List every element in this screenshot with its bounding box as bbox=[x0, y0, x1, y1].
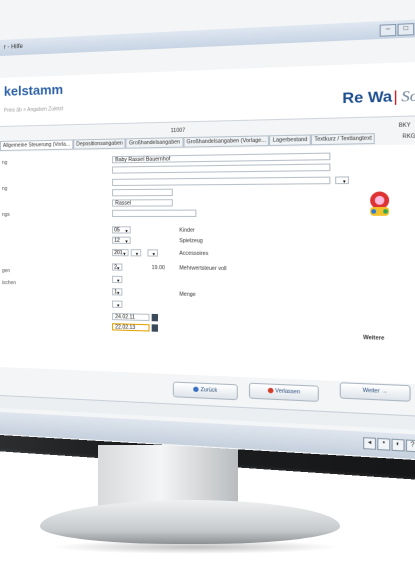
tab-textkurz[interactable]: Textkurz / Textlangtext bbox=[311, 133, 375, 145]
maximize-icon[interactable]: □ bbox=[397, 23, 414, 36]
tray-help-icon[interactable]: ? bbox=[406, 439, 415, 452]
vat-text: Mehrwertsteuer voll bbox=[179, 265, 226, 272]
record-id: 11007 bbox=[171, 128, 185, 135]
name-field[interactable]: Baby Rassel Bauernhof bbox=[112, 153, 330, 164]
rewasoft-logo: Re Wa| Soft bbox=[342, 86, 415, 108]
name2-field[interactable] bbox=[112, 163, 330, 173]
category1-text: Kinder bbox=[179, 227, 195, 233]
tab-grosshandelsangaben[interactable]: Großhandelsangaben bbox=[126, 137, 183, 149]
calendar-icon[interactable] bbox=[152, 314, 158, 321]
category3c-select[interactable]: ▼ bbox=[147, 249, 158, 256]
category3-text: Accessoires bbox=[179, 251, 208, 258]
extra-field[interactable] bbox=[112, 210, 196, 217]
category2-text: Spielzeug bbox=[179, 238, 203, 244]
name3-field[interactable] bbox=[112, 177, 330, 186]
monitor-stand-base bbox=[40, 500, 340, 544]
tray-arrow-icon[interactable]: ◂ bbox=[363, 437, 376, 450]
short-name-field[interactable]: Rassel bbox=[112, 199, 173, 207]
match-field[interactable] bbox=[112, 189, 173, 197]
arrow-left-icon bbox=[193, 387, 198, 393]
category3-select[interactable]: 201 ▼ bbox=[112, 249, 129, 256]
page-title: kelstamm bbox=[4, 82, 63, 99]
vat-rate: 19.00 bbox=[152, 265, 165, 271]
window-title: r - Hilfe bbox=[4, 39, 23, 56]
calendar-icon[interactable] bbox=[152, 324, 158, 331]
category1-select[interactable]: 05 ▼ bbox=[112, 226, 131, 233]
tab-allgemeine-steuerung[interactable]: Allgemeine Steuerung (Vorla... bbox=[0, 139, 73, 151]
option-select[interactable]: ▼ bbox=[112, 276, 122, 283]
field-label: gen bbox=[2, 268, 10, 274]
category2-select[interactable]: 12 ▼ bbox=[112, 237, 131, 244]
option2-select[interactable]: ▼ bbox=[112, 300, 122, 307]
field-label: ng bbox=[2, 160, 7, 166]
stop-icon bbox=[267, 388, 273, 394]
name3-dropdown[interactable]: ▼ bbox=[335, 176, 349, 184]
unit-text: Menge bbox=[179, 292, 195, 299]
unit-select[interactable]: 1 ▼ bbox=[112, 288, 122, 295]
page-header: kelstamm Preis äb > Angaben Zuletzt Re W… bbox=[0, 61, 415, 127]
date1-field[interactable]: 24.02.11 bbox=[112, 313, 150, 321]
next-button[interactable]: Weiter → bbox=[340, 382, 411, 402]
form-area: ng ng ngs gen ischen Baby Rassel Bauernh… bbox=[0, 144, 415, 385]
product-image bbox=[365, 189, 393, 218]
weitere-link[interactable]: Weitere bbox=[363, 335, 384, 342]
back-button[interactable]: Zurück bbox=[173, 381, 238, 400]
vat-select[interactable]: 2 ▼ bbox=[112, 263, 122, 270]
tab-depositionsangaben[interactable]: Depositionsangaben bbox=[73, 138, 126, 149]
cancel-button[interactable]: Verlassen bbox=[249, 383, 319, 402]
window-titlebar: r - Hilfe – □ × bbox=[0, 18, 415, 56]
minimize-icon[interactable]: – bbox=[380, 24, 397, 37]
breadcrumb: Preis äb > Angaben Zuletzt bbox=[4, 106, 63, 114]
monitor-screen: r - Hilfe – □ × kelstamm Preis äb > Anga… bbox=[0, 0, 415, 462]
category3b-select[interactable]: ▼ bbox=[131, 249, 141, 256]
record-code: BKY bbox=[399, 122, 411, 129]
tray-network-icon[interactable]: ◐ bbox=[391, 439, 404, 452]
tab-grosshandelsangaben-vorlage[interactable]: Großhandelsangaben (Vorlage... bbox=[183, 135, 269, 147]
field-label: ng bbox=[2, 186, 7, 192]
tray-pin-icon[interactable]: • bbox=[377, 438, 390, 451]
field-label: ngs bbox=[2, 212, 10, 218]
window-controls: – □ × bbox=[380, 22, 415, 37]
tabs-extra-label: RKG bbox=[402, 132, 415, 143]
date2-field[interactable]: 22.02.13 bbox=[112, 323, 150, 331]
tab-lagerbestand[interactable]: Lagerbestand bbox=[269, 134, 310, 146]
field-label: ischen bbox=[2, 280, 16, 286]
